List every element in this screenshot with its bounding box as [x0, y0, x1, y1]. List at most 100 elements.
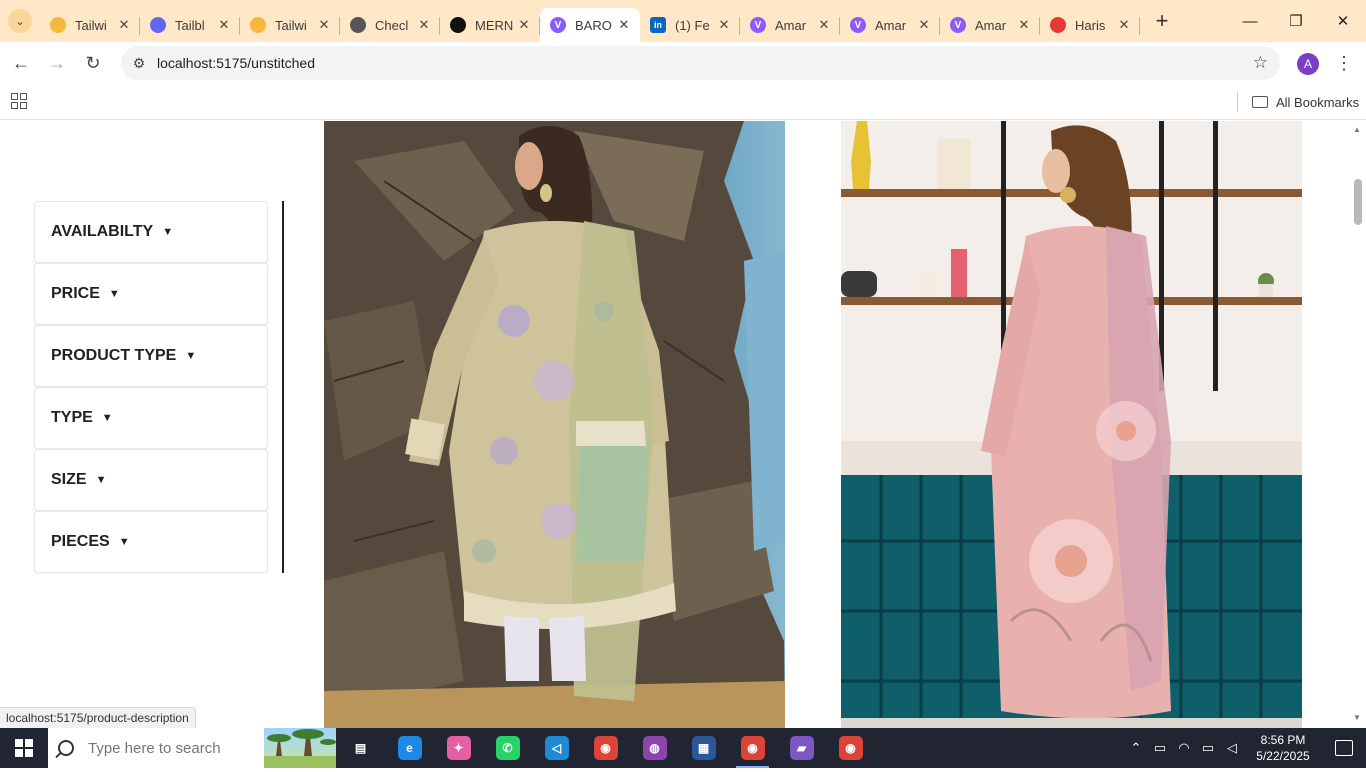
start-button[interactable]: [0, 728, 48, 768]
close-tab-icon[interactable]: ✕: [1016, 17, 1032, 33]
filter-availabilty[interactable]: AVAILABILTY ▼: [34, 201, 268, 263]
notification-center-button[interactable]: [1322, 740, 1366, 756]
bookmark-star-icon[interactable]: ☆: [1253, 53, 1268, 73]
whatsapp-taskbar-button[interactable]: ✆: [483, 728, 532, 768]
edge-taskbar-button[interactable]: e: [385, 728, 434, 768]
caret-down-icon: ▼: [108, 288, 120, 300]
browser-tab[interactable]: V Amar ✕: [940, 8, 1040, 42]
product-card-image-2[interactable]: [841, 121, 1302, 728]
scroll-down-arrow-icon[interactable]: ▼: [1353, 713, 1361, 722]
product-card-image-1[interactable]: [324, 121, 785, 728]
browser-tab[interactable]: V BARO ✕: [540, 8, 640, 42]
page-scrollbar[interactable]: ▲ ▼: [1350, 121, 1366, 728]
filter-type[interactable]: TYPE ▼: [34, 387, 268, 449]
copilot-taskbar-button[interactable]: ✦: [434, 728, 483, 768]
close-tab-icon[interactable]: ✕: [716, 17, 732, 33]
windows-taskbar: ▤ e ✦ ✆ ◁ ◉ ◍ ▦ ◉ ▰ ◉ ⌃ ▭ ◠ ▭ ◁ 8:56 PM 5/22/2025: [0, 728, 1366, 768]
browser-tab[interactable]: Checl ✕: [340, 8, 440, 42]
scrollbar-thumb[interactable]: [1354, 179, 1362, 225]
browser-tab[interactable]: in (1) Fe ✕: [640, 8, 740, 42]
filter-pieces[interactable]: PIECES ▼: [34, 511, 268, 573]
folder-icon: [1252, 96, 1268, 108]
new-tab-button[interactable]: +: [1144, 8, 1180, 34]
apps-grid-icon[interactable]: [11, 93, 27, 109]
filter-label: PRICE: [51, 285, 100, 302]
browser-tab[interactable]: Tailwi ✕: [240, 8, 340, 42]
tab-title: Checl: [375, 17, 409, 33]
tab-title: MERN: [475, 17, 514, 33]
tailblocks-icon: [150, 17, 166, 33]
globe-icon: [350, 17, 366, 33]
vite-icon: V: [850, 17, 866, 33]
browser-tab[interactable]: Haris ✕: [1040, 8, 1140, 42]
close-tab-icon[interactable]: ✕: [1116, 17, 1132, 33]
clapper-taskbar-button[interactable]: ▰: [777, 728, 826, 768]
github-desktop-taskbar-button[interactable]: ◍: [630, 728, 679, 768]
smiley-icon: [250, 17, 266, 33]
system-clock[interactable]: 8:56 PM 5/22/2025: [1244, 732, 1322, 764]
volume-icon[interactable]: ◁: [1220, 740, 1244, 756]
haris-icon: [1050, 17, 1066, 33]
battery-icon[interactable]: ▭: [1196, 740, 1220, 756]
caret-down-icon: ▼: [95, 474, 107, 486]
vite-icon: V: [750, 17, 766, 33]
close-tab-icon[interactable]: ✕: [816, 17, 832, 33]
scroll-up-arrow-icon[interactable]: ▲: [1353, 125, 1361, 134]
chrome-icon: ◉: [593, 736, 618, 760]
wifi-icon[interactable]: ◠: [1172, 740, 1196, 756]
search-highlight-image: [264, 728, 336, 768]
close-tab-icon[interactable]: ✕: [616, 17, 632, 33]
browser-tab[interactable]: Tailbl ✕: [140, 8, 240, 42]
filter-size[interactable]: SIZE ▼: [34, 449, 268, 511]
task-view-icon: ▤: [348, 736, 373, 760]
forward-button[interactable]: →: [39, 45, 75, 81]
calculator-taskbar-button[interactable]: ▦: [679, 728, 728, 768]
site-info-icon[interactable]: ⚙: [121, 55, 157, 72]
close-tab-icon[interactable]: ✕: [416, 17, 432, 33]
chrome-profile-2-taskbar-button[interactable]: ◉: [826, 728, 875, 768]
address-bar[interactable]: ⚙ ☆: [121, 46, 1280, 80]
tab-title: Amar: [875, 17, 907, 33]
taskbar-search-input[interactable]: [88, 739, 248, 757]
tab-search-button[interactable]: ⌄: [0, 0, 40, 42]
vite-icon: V: [550, 17, 566, 33]
close-tab-icon[interactable]: ✕: [916, 17, 932, 33]
profile-avatar[interactable]: A: [1297, 53, 1319, 75]
task-view-taskbar-button[interactable]: ▤: [336, 728, 385, 768]
close-tab-icon[interactable]: ✕: [116, 17, 132, 33]
show-hidden-icons-icon[interactable]: ⌃: [1124, 740, 1148, 756]
chrome-profile-taskbar-button[interactable]: ◉: [728, 728, 777, 768]
product-photo-2: [841, 121, 1302, 728]
browser-tab[interactable]: Tailwi ✕: [40, 8, 140, 42]
browser-tab[interactable]: MERN ✕: [440, 8, 540, 42]
taskbar-search[interactable]: [48, 728, 336, 768]
smiley-icon: [50, 17, 66, 33]
filter-product-type[interactable]: PRODUCT TYPE ▼: [34, 325, 268, 387]
close-tab-icon[interactable]: ✕: [216, 17, 232, 33]
chrome-taskbar-button[interactable]: ◉: [581, 728, 630, 768]
back-button[interactable]: ←: [3, 45, 39, 81]
vscode-taskbar-button[interactable]: ◁: [532, 728, 581, 768]
close-window-button[interactable]: ✕: [1320, 0, 1366, 42]
filter-label: AVAILABILTY: [51, 223, 154, 240]
restore-button[interactable]: ❐: [1273, 0, 1319, 42]
tab-title: Amar: [775, 17, 807, 33]
browser-tab[interactable]: V Amar ✕: [740, 8, 840, 42]
sidebar-divider: [282, 201, 284, 573]
browser-menu-icon[interactable]: ⋮: [1335, 50, 1353, 76]
browser-tab[interactable]: V Amar ✕: [840, 8, 940, 42]
tab-title: Tailwi: [275, 17, 307, 33]
all-bookmarks-button[interactable]: All Bookmarks: [1252, 91, 1359, 113]
reload-button[interactable]: ↻: [75, 45, 111, 81]
filter-price[interactable]: PRICE ▼: [34, 263, 268, 325]
close-tab-icon[interactable]: ✕: [316, 17, 332, 33]
calculator-icon: ▦: [691, 736, 716, 760]
openai-icon: [450, 17, 466, 33]
meet-now-icon[interactable]: ▭: [1148, 740, 1172, 756]
minimize-button[interactable]: —: [1227, 0, 1273, 42]
url-input[interactable]: [157, 55, 1157, 71]
filter-label: PRODUCT TYPE: [51, 347, 177, 364]
tab-title: (1) Fe: [675, 17, 710, 33]
close-tab-icon[interactable]: ✕: [516, 17, 532, 33]
link-status-bubble: localhost:5175/product-description: [0, 707, 196, 728]
